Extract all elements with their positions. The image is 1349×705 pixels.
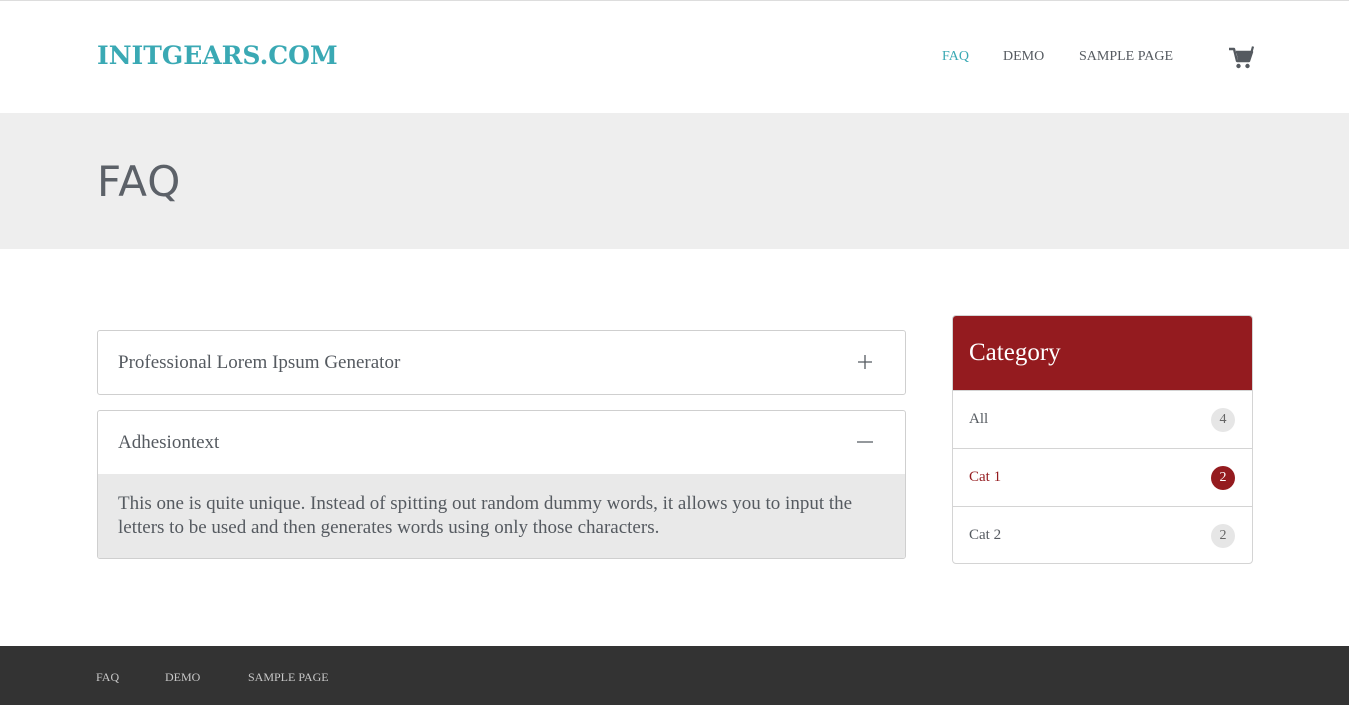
faq-answer: This one is quite unique. Instead of spi… xyxy=(118,493,853,538)
category-label: All xyxy=(969,411,989,427)
category-count-badge: 2 xyxy=(1211,466,1235,490)
category-label: Cat 1 xyxy=(969,469,1002,485)
nav-item-sample-page[interactable]: SAMPLE PAGE xyxy=(1079,49,1173,65)
plus-icon[interactable] xyxy=(857,354,873,370)
nav-item-demo[interactable]: DEMO xyxy=(1003,49,1044,65)
page-title: FAQ xyxy=(97,157,182,206)
category-count-badge: 4 xyxy=(1211,408,1235,432)
faq-answer-panel: This one is quite unique. Instead of spi… xyxy=(98,474,905,558)
category-item-cat-1[interactable]: Cat 1 2 xyxy=(953,448,1252,506)
shopping-cart-icon[interactable] xyxy=(1228,45,1255,71)
category-item-all[interactable]: All 4 xyxy=(953,390,1252,448)
site-footer: FAQ DEMO SAMPLE PAGE xyxy=(0,646,1349,705)
category-label: Cat 2 xyxy=(969,527,1002,543)
category-header: Category xyxy=(953,316,1252,390)
nav-item-faq[interactable]: FAQ xyxy=(942,49,969,65)
footer-link-faq[interactable]: FAQ xyxy=(96,670,119,685)
faq-question-header[interactable]: Adhesiontext xyxy=(98,411,905,474)
main-nav: FAQ DEMO SAMPLE PAGE xyxy=(0,49,1349,69)
faq-question-header[interactable]: Professional Lorem Ipsum Generator xyxy=(98,331,905,394)
minus-icon[interactable] xyxy=(857,434,873,450)
faq-item: Professional Lorem Ipsum Generator xyxy=(97,330,906,395)
footer-link-sample-page[interactable]: SAMPLE PAGE xyxy=(248,670,329,685)
category-title: Category xyxy=(969,339,1061,366)
category-widget: Category All 4 Cat 1 2 Cat 2 2 xyxy=(952,315,1253,564)
faq-question: Adhesiontext xyxy=(118,432,220,453)
category-item-cat-2[interactable]: Cat 2 2 xyxy=(953,506,1252,563)
footer-link-demo[interactable]: DEMO xyxy=(165,670,200,685)
page-banner: FAQ xyxy=(0,113,1349,249)
category-count-badge: 2 xyxy=(1211,524,1235,548)
faq-item: Adhesiontext This one is quite unique. I… xyxy=(97,410,906,559)
faq-question: Professional Lorem Ipsum Generator xyxy=(118,352,401,373)
